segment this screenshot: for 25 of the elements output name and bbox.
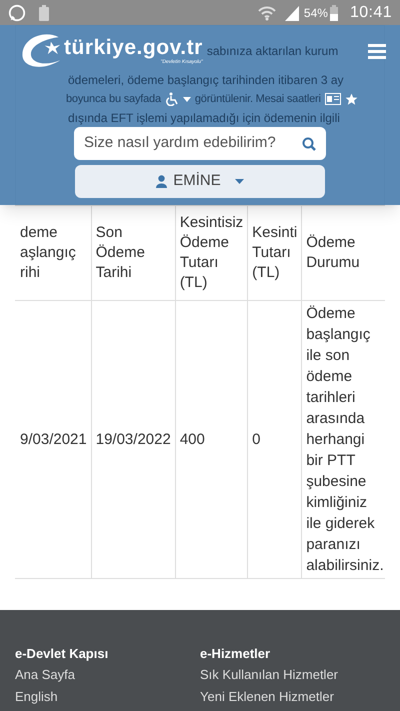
column-header: Son Ödeme Tarihi bbox=[91, 206, 176, 300]
user-menu-button[interactable]: EMİNE bbox=[75, 165, 325, 198]
footer-link[interactable]: English bbox=[15, 686, 200, 708]
search-field[interactable]: Size nasıl yardım edebilirim? bbox=[74, 127, 326, 160]
notice-text: dışında EFT işlemi yapılamadığı için ödemenin ilgili bbox=[68, 111, 340, 125]
notice-text: görüntülenir. Mesai saatleri bbox=[194, 92, 321, 107]
battery-percent: 54% bbox=[304, 4, 328, 22]
footer-link[interactable]: Yeni Eklenen Hizmetler bbox=[200, 686, 385, 708]
notice-text: ödemeleri, ödeme başlangıç tarihinden itibaren 3 ay bbox=[68, 73, 344, 87]
table-cell: 0 bbox=[248, 300, 302, 578]
footer-link[interactable]: Sık Kullanılan Hizmetler bbox=[200, 664, 385, 686]
notice-text: boyunca bu sayfada bbox=[66, 92, 161, 107]
column-header: Kesinti Tutarı (TL) bbox=[248, 206, 302, 300]
table-cell: 400 bbox=[175, 300, 248, 578]
table-cell: 9/03/2021 bbox=[15, 300, 92, 578]
logo-text[interactable]: türkiye.gov.tr bbox=[64, 37, 203, 59]
footer-heading: e-Devlet Kapısı bbox=[15, 645, 110, 663]
clock: 10:41 bbox=[350, 2, 392, 22]
column-header: Ödeme Durumu bbox=[302, 206, 385, 300]
column-header: deme aşlangıç rihi bbox=[15, 206, 92, 300]
notice-text: sabınıza aktarılan kurum bbox=[206, 44, 338, 58]
footer-link[interactable]: Ana Sayfa bbox=[15, 664, 200, 686]
footer-heading: e-Hizmetler bbox=[200, 645, 272, 663]
table-cell: 19/03/2022 bbox=[91, 300, 176, 578]
column-header: Kesintisiz Ödeme Tutarı (TL) bbox=[175, 206, 248, 300]
